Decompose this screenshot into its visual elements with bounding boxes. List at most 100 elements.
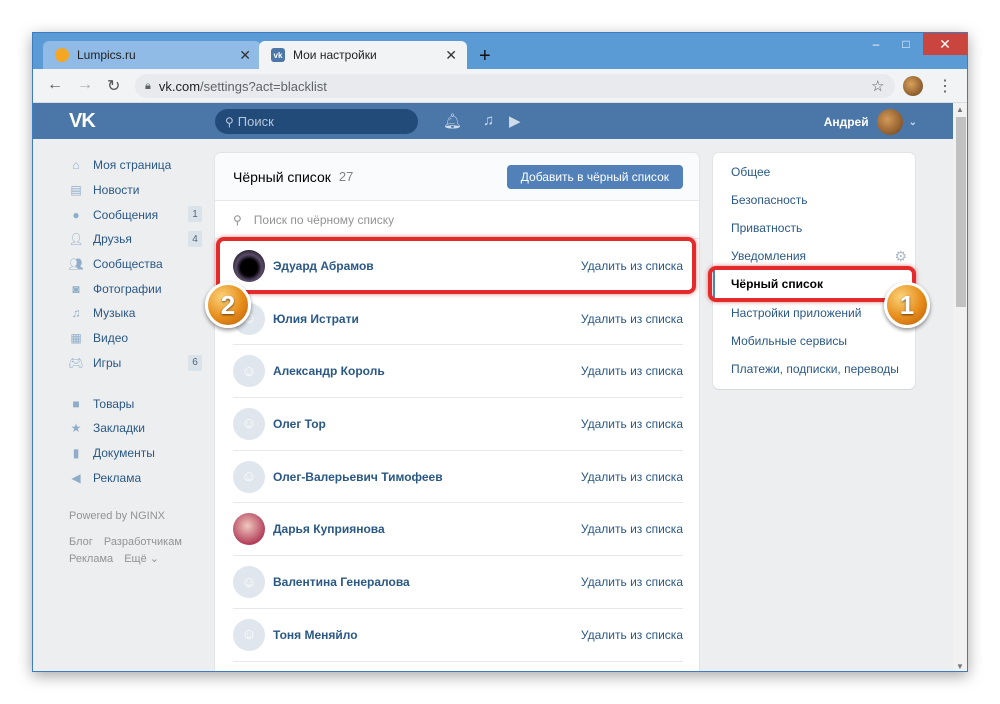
sidebar-item-label: Моя страница [93,158,172,173]
sidebar-item-my-page[interactable]: ⌂ Моя страница [69,153,202,178]
more-menu-icon[interactable]: ⋮ [937,76,953,96]
user-name-link[interactable]: Юлия Истрати [273,312,359,326]
maximize-icon[interactable]: □ [891,33,921,55]
music-icon: ♫ [71,306,81,321]
vk-favicon-icon: vk [271,48,285,62]
games-badge: 6 [188,354,202,371]
left-sidebar: ⌂ Моя страница ▤ Новости ● Сообщения 1 👤… [68,153,202,568]
remove-from-list-link[interactable]: Удалить из списка [581,628,683,642]
blacklist-row: ☺ Олег Тор Удалить из списка [233,398,683,451]
document-icon: ▮ [72,445,80,460]
step-marker-1: 1 [884,282,930,328]
reload-icon[interactable]: ↻ [107,76,120,96]
footer-links: Блог Разработчикам Реклама Ещё ⌄ [69,534,202,568]
sidebar-item-communities[interactable]: 👥︎ Сообщества [68,252,202,277]
remove-from-list-link[interactable]: Удалить из списка [581,470,683,484]
settings-item-privacy[interactable]: Приватность [713,214,915,242]
user-name-link[interactable]: Александр Король [273,364,385,378]
url-input[interactable]: 🔒︎ vk.com/settings?act=blacklist [135,74,895,98]
settings-item-mobile[interactable]: Мобильные сервисы [713,327,915,355]
sidebar-item-friends[interactable]: 👤︎ Друзья 4 [68,227,202,252]
avatar[interactable]: ☺ [233,566,265,599]
minimize-icon[interactable]: – [861,33,891,55]
footer-link-more[interactable]: Ещё ⌄ [124,553,159,565]
footer-link-blog[interactable]: Блог [69,536,93,548]
user-name-link[interactable]: Валентина Генералова [273,575,410,589]
user-name-link[interactable]: Олег Тор [273,417,326,431]
avatar[interactable]: ☺ [233,460,265,493]
page-scrollbar[interactable]: ▲ ▼ [953,103,967,671]
blacklist-row: ☺ Юлия Истрати Удалить из списка [233,293,683,346]
requests-badge: 4 [188,231,202,248]
close-tab-icon[interactable]: ✕ [239,47,251,64]
settings-item-payments[interactable]: Платежи, подписки, переводы [713,355,915,383]
footer-link-developers[interactable]: Разработчикам [104,536,182,548]
close-tab-icon[interactable]: ✕ [445,47,457,64]
remove-from-list-link[interactable]: Удалить из списка [581,312,683,326]
sidebar-item-ads[interactable]: ◀ Реклама [69,465,202,490]
sidebar-item-games[interactable]: 🎮︎ Игры 6 [68,351,202,376]
camera-icon: ◙ [72,281,80,296]
sidebar-item-bookmarks[interactable]: ★ Закладки [69,416,202,441]
vk-search-input[interactable]: ⚲ Поиск [215,109,418,134]
sidebar-item-goods[interactable]: ■ Товары [69,391,202,416]
user-name-link[interactable]: Дарья Куприянова [273,522,385,536]
bookmark-star-icon[interactable]: ☆ [871,77,884,95]
sidebar-item-label: Фотографии [93,281,162,296]
blacklist-count: 27 [338,169,354,184]
star-icon: ★ [70,421,82,436]
music-note-icon[interactable]: ♫ [483,112,494,129]
sidebar-item-label: Музыка [93,306,136,321]
user-menu[interactable]: Андрей ⌄ [824,109,917,135]
sidebar-item-documents[interactable]: ▮ Документы [69,441,202,466]
blacklist-row: Дарья Куприянова Удалить из списка [233,504,683,557]
user-name-link[interactable]: Тоня Меняйло [273,628,358,642]
sidebar-item-video[interactable]: ▦ Видео [69,326,202,351]
avatar[interactable] [233,513,265,546]
tab-bar: Lumpics.ru ✕ vk Мои настройки ✕ + – □ ✕ [33,33,967,69]
tab-lumpics[interactable]: Lumpics.ru ✕ [43,41,261,69]
footer-link-ads[interactable]: Реклама [69,553,113,565]
settings-item-label: Уведомления [731,249,807,264]
avatar[interactable]: ☺ [233,407,265,440]
scroll-up-icon[interactable]: ▲ [956,105,964,114]
scroll-down-icon[interactable]: ▼ [956,662,964,671]
remove-from-list-link[interactable]: Удалить из списка [581,417,683,431]
vk-logo[interactable]: VK [69,110,96,133]
blacklist-search-input[interactable]: ⚲ Поиск по чёрному списку [215,201,699,239]
user-name-link[interactable]: Олег-Валерьевич Тимофеев [273,470,443,484]
tab-settings[interactable]: vk Мои настройки ✕ [259,41,467,69]
sidebar-item-label: Друзья [93,232,132,247]
sidebar-item-label: Новости [93,183,140,198]
sidebar-item-news[interactable]: ▤ Новости [69,178,202,203]
bell-icon[interactable]: 🔔︎ [443,112,462,130]
vk-header: VK ⚲ Поиск 🔔︎ ♫ ▶ Андрей ⌄ [33,103,953,139]
avatar[interactable]: ☺ [233,618,265,651]
sidebar-item-label: Реклама [93,470,142,485]
sidebar-item-label: Сообщения [93,207,159,222]
settings-item-general[interactable]: Общее [713,158,915,186]
megaphone-icon: ◀ [71,470,81,485]
add-to-blacklist-button[interactable]: Добавить в чёрный список [506,165,683,189]
remove-from-list-link[interactable]: Удалить из списка [581,364,683,378]
step-marker-2: 2 [205,282,251,328]
url-host: vk.com [158,78,201,94]
close-window-icon[interactable]: ✕ [923,33,967,55]
play-icon[interactable]: ▶ [509,112,521,130]
remove-from-list-link[interactable]: Удалить из списка [581,522,683,536]
forward-arrow-icon[interactable]: → [77,76,93,94]
settings-item-security[interactable]: Безопасность [713,186,915,214]
avatar[interactable]: ☺ [233,355,265,388]
sidebar-item-music[interactable]: ♫ Музыка [69,301,202,326]
new-tab-icon[interactable]: + [479,45,491,68]
sidebar-item-label: Товары [93,396,135,411]
gear-icon[interactable]: ⚙ [894,248,907,265]
user-name: Андрей [823,115,869,129]
scrollbar-thumb[interactable] [956,117,966,307]
row-highlight-frame [216,237,696,294]
back-arrow-icon[interactable]: ← [47,76,63,94]
sidebar-item-messages[interactable]: ● Сообщения 1 [69,202,202,227]
browser-profile-avatar[interactable] [903,76,923,96]
sidebar-item-photos[interactable]: ◙ Фотографии [69,276,202,301]
remove-from-list-link[interactable]: Удалить из списка [581,575,683,589]
